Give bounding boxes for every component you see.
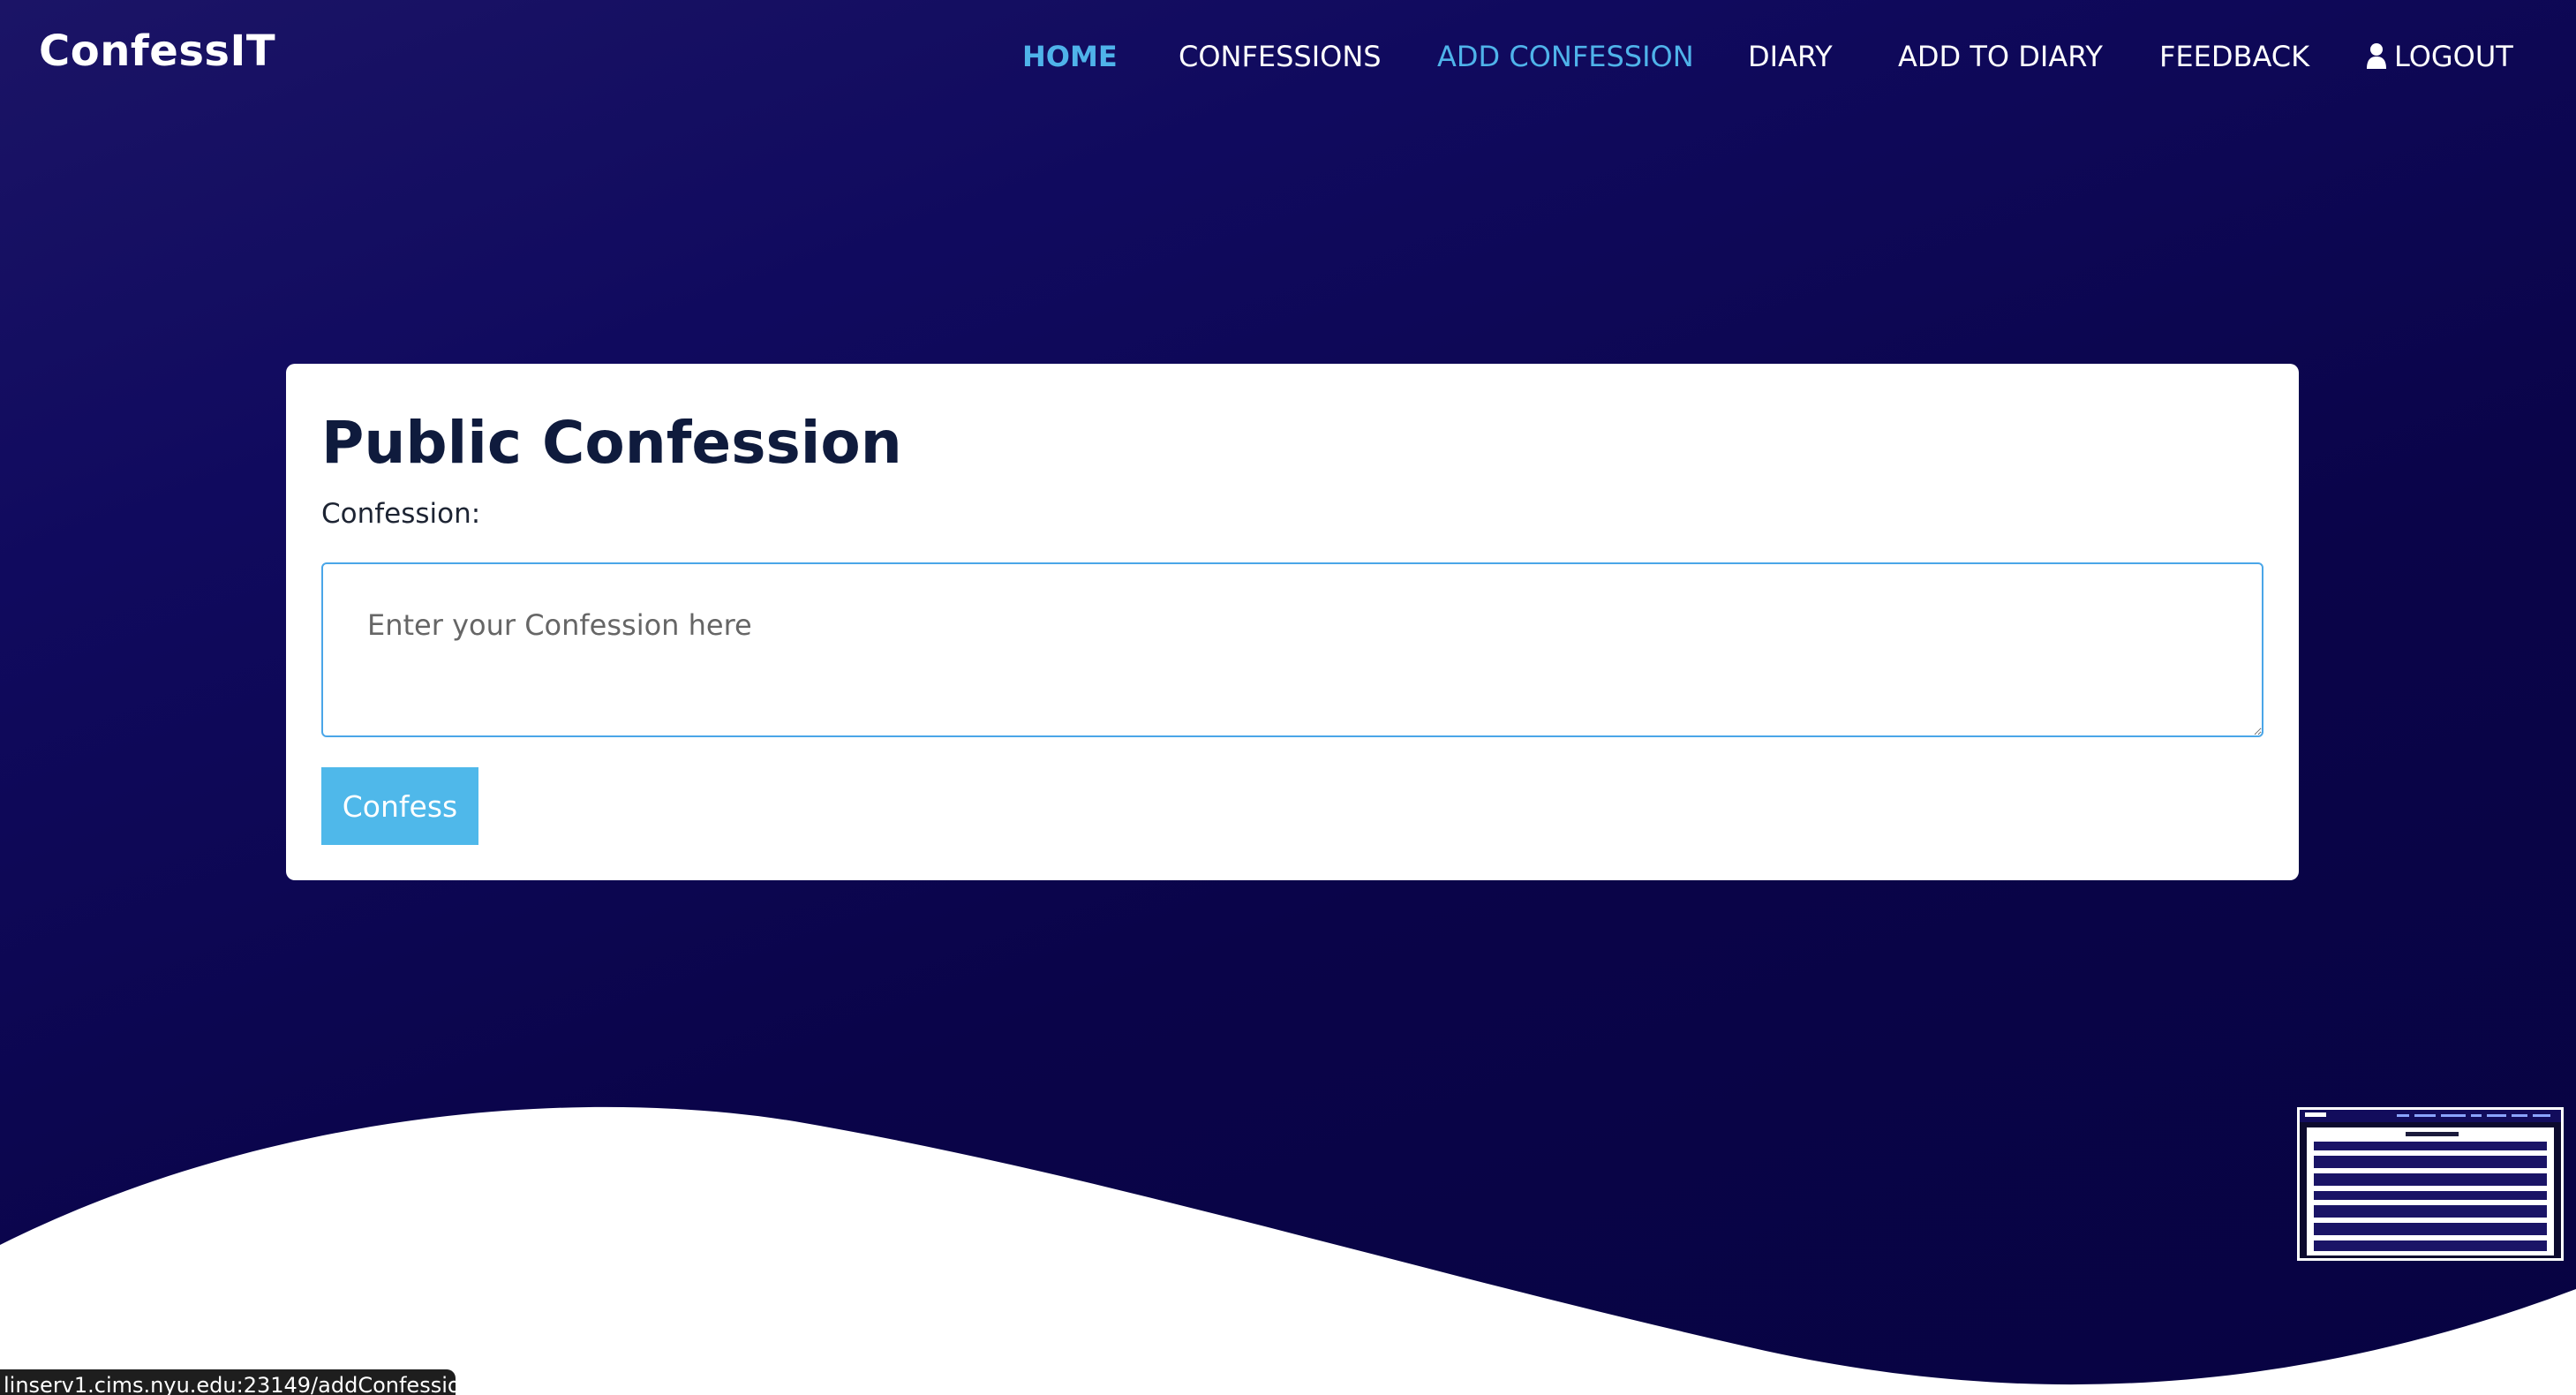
page-title: Public Confession <box>321 409 902 477</box>
logout-label: LOGOUT <box>2394 40 2513 73</box>
preview-nav-item <box>2471 1114 2482 1117</box>
preview-row <box>2314 1205 2547 1218</box>
page-preview-thumbnail[interactable] <box>2297 1107 2564 1261</box>
nav-add-confession-link[interactable]: ADD CONFESSION <box>1437 39 1694 74</box>
preview-nav-item <box>2441 1114 2466 1117</box>
brand-logo[interactable]: ConfessIT <box>39 26 275 76</box>
nav-home-link[interactable]: HOME <box>1022 39 1118 74</box>
preview-nav-item <box>2414 1114 2436 1117</box>
confess-button[interactable]: Confess <box>321 767 478 845</box>
preview-row <box>2314 1142 2547 1150</box>
nav-confessions-link[interactable]: CONFESSIONS <box>1179 39 1382 74</box>
user-icon <box>2367 43 2386 69</box>
confession-label: Confession: <box>321 498 481 530</box>
wave-decoration <box>0 1106 2576 1395</box>
status-bar-url: linserv1.cims.nyu.edu:23149/addConfessio… <box>0 1369 456 1395</box>
preview-row <box>2314 1240 2547 1251</box>
nav-feedback-link[interactable]: FEEDBACK <box>2159 39 2309 74</box>
confession-form-card: Public Confession Confession: Confess <box>286 364 2299 880</box>
preview-title <box>2406 1132 2459 1136</box>
preview-row <box>2314 1223 2547 1235</box>
preview-brand <box>2305 1112 2326 1117</box>
nav-diary-link[interactable]: DIARY <box>1748 39 1833 74</box>
preview-nav-item <box>2512 1114 2527 1117</box>
confession-textarea[interactable] <box>321 562 2263 737</box>
preview-content <box>2307 1127 2554 1256</box>
top-navbar: ConfessIT HOME CONFESSIONS ADD CONFESSIO… <box>0 0 2576 115</box>
nav-logout-link[interactable]: LOGOUT <box>2366 39 2513 74</box>
preview-nav-item <box>2533 1114 2550 1117</box>
preview-nav-item <box>2397 1114 2409 1117</box>
preview-nav-item <box>2487 1114 2506 1117</box>
preview-row <box>2314 1173 2547 1186</box>
preview-row <box>2314 1191 2547 1200</box>
preview-row <box>2314 1156 2547 1168</box>
nav-add-to-diary-link[interactable]: ADD TO DIARY <box>1898 39 2103 74</box>
